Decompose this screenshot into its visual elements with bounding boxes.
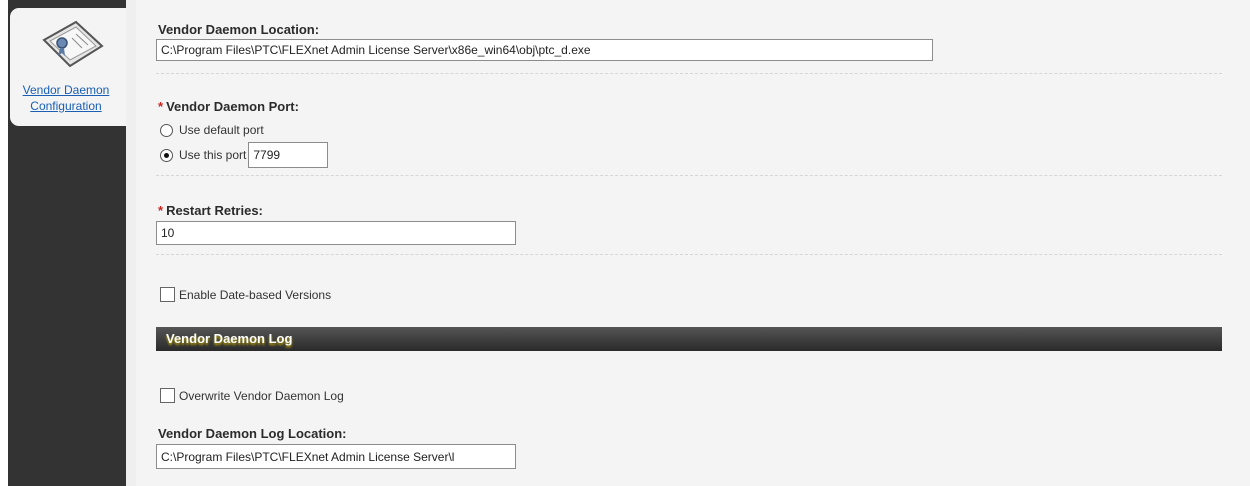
sidebar-item-label[interactable]: Vendor Daemon Configuration <box>14 82 118 114</box>
overwrite-vendor-daemon-log-label[interactable]: Overwrite Vendor Daemon Log <box>179 389 344 403</box>
vendor-daemon-location-input[interactable] <box>156 39 933 61</box>
separator <box>156 73 1222 74</box>
required-marker: * <box>158 203 164 218</box>
main-form-panel: Vendor Daemon Location: *Vendor Daemon P… <box>136 0 1250 486</box>
vendor-daemon-log-location-label: Vendor Daemon Log Location: <box>158 426 347 441</box>
vendor-daemon-log-section-header: Vendor Daemon Log <box>156 327 1222 351</box>
sidebar-label-line1[interactable]: Vendor Daemon <box>14 82 118 98</box>
certificate-icon <box>42 20 104 68</box>
sidebar-divider <box>126 0 136 486</box>
overwrite-vendor-daemon-log-option[interactable]: Overwrite Vendor Daemon Log <box>160 388 344 403</box>
sidebar-label-line2[interactable]: Configuration <box>14 98 118 114</box>
vendor-daemon-port-label-text: Vendor Daemon Port: <box>166 99 299 114</box>
use-this-port-radio[interactable] <box>160 148 173 162</box>
use-default-port-label[interactable]: Use default port <box>179 123 264 137</box>
vendor-daemon-log-location-input[interactable] <box>156 444 516 469</box>
sidebar: Vendor Daemon Configuration <box>8 0 126 486</box>
vendor-daemon-location-label: Vendor Daemon Location: <box>158 22 320 37</box>
use-default-port-radio[interactable] <box>160 123 173 137</box>
use-default-port-option[interactable]: Use default port <box>160 123 264 137</box>
separator <box>156 254 1222 255</box>
enable-date-based-versions-label[interactable]: Enable Date-based Versions <box>179 288 331 302</box>
vendor-daemon-port-label: * Vendor Daemon Port: <box>158 99 299 114</box>
vendor-daemon-log-section-title: Vendor Daemon Log <box>166 331 293 346</box>
required-marker: * <box>158 99 164 114</box>
restart-retries-input[interactable] <box>156 221 516 245</box>
restart-retries-label: * Restart Retries: <box>158 203 263 218</box>
use-this-port-label[interactable]: Use this port <box>179 148 246 162</box>
sidebar-item-vendor-daemon-configuration[interactable]: Vendor Daemon Configuration <box>10 8 126 126</box>
use-this-port-option[interactable]: Use this port <box>160 142 329 168</box>
restart-retries-label-text: Restart Retries: <box>166 203 263 218</box>
separator <box>156 175 1222 176</box>
window-edge <box>0 0 8 486</box>
enable-date-based-versions-option[interactable]: Enable Date-based Versions <box>160 287 331 302</box>
vendor-daemon-port-input[interactable] <box>248 142 329 168</box>
enable-date-based-versions-checkbox[interactable] <box>160 287 175 302</box>
overwrite-vendor-daemon-log-checkbox[interactable] <box>160 388 175 403</box>
